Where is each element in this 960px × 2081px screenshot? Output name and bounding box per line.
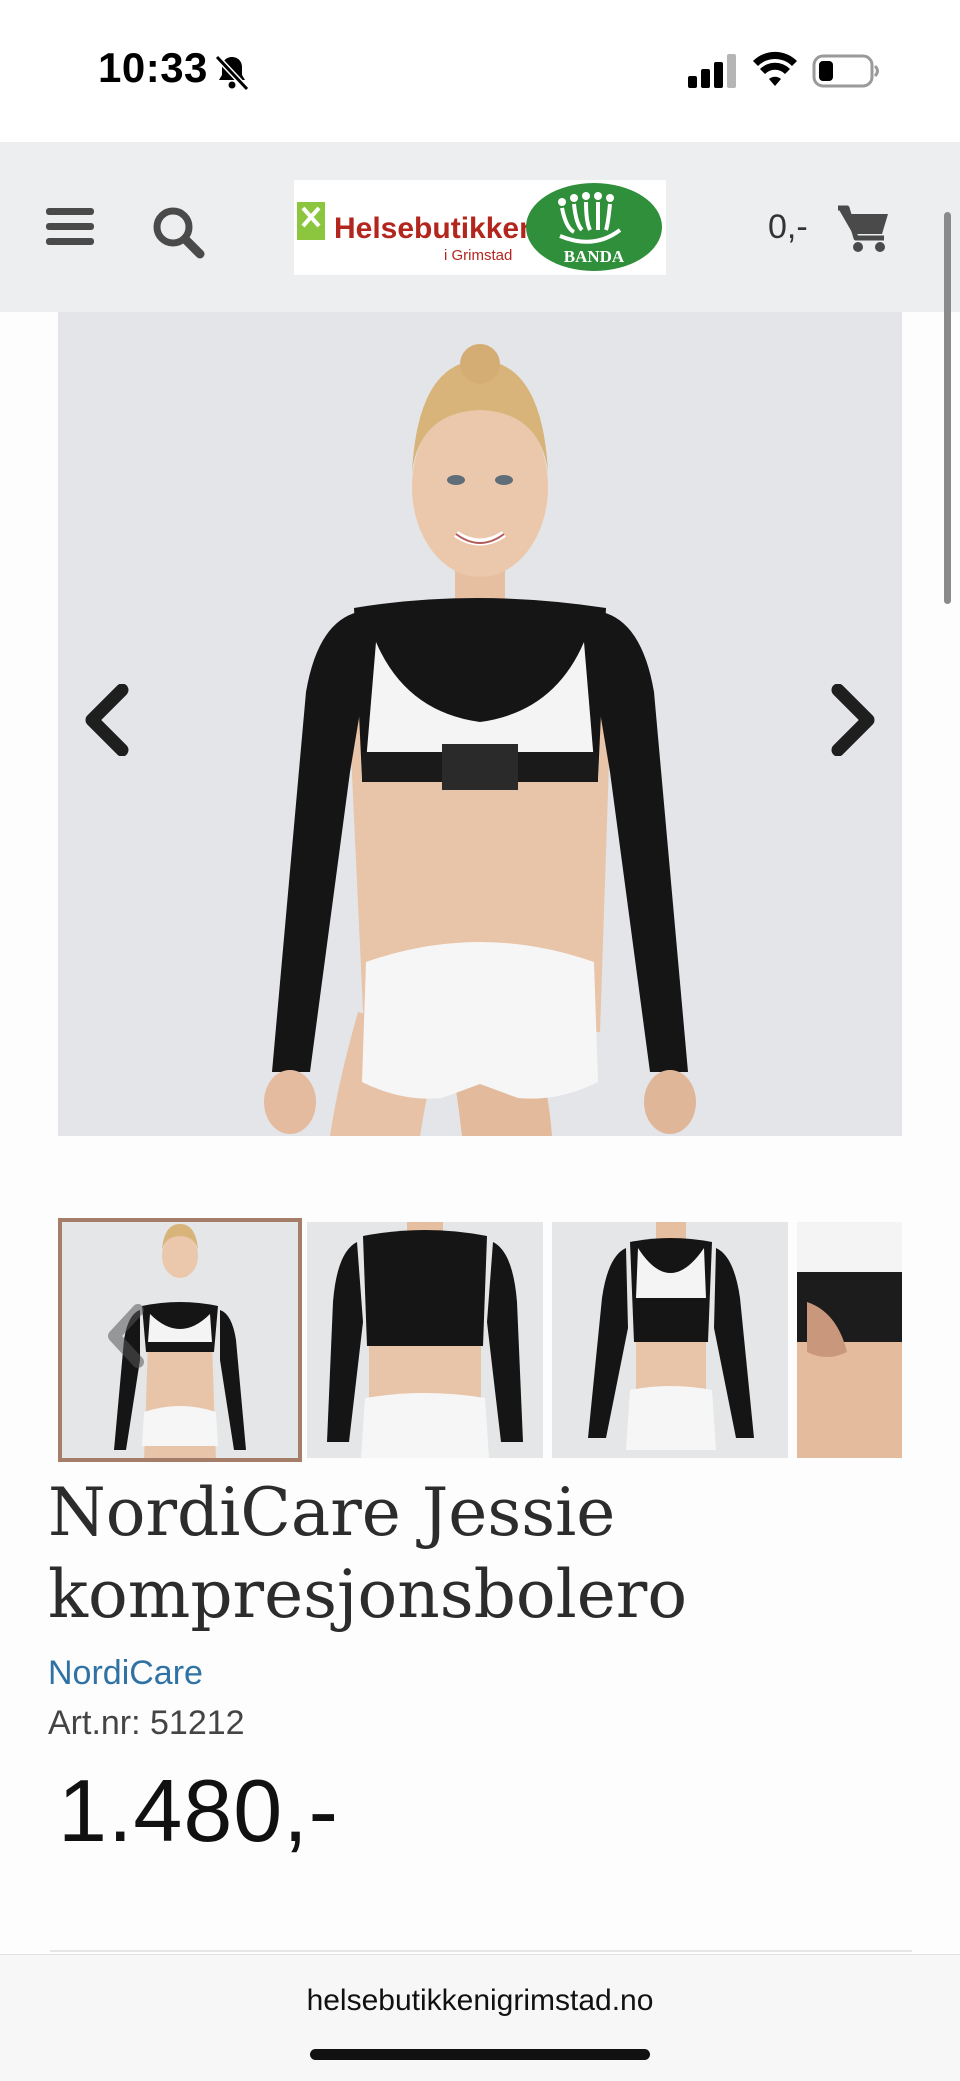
brand-link[interactable]: NordiCare <box>48 1654 203 1693</box>
thumbnail-1-photo <box>62 1222 298 1458</box>
bell-muted-icon <box>214 54 250 92</box>
thumbnail-2-photo <box>307 1222 543 1458</box>
site-logo[interactable]: Helsebutikken i Grimstad BANDA <box>294 180 666 275</box>
product-photo <box>58 312 902 1136</box>
search-icon[interactable] <box>150 204 206 260</box>
product-title: NordiCare Jessie kompresjonsbolero <box>48 1474 688 1633</box>
browser-url[interactable]: helsebutikkenigrimstad.no <box>0 1984 960 2018</box>
gallery-next-arrow[interactable] <box>828 684 878 756</box>
logo-text: Helsebutikken <box>334 212 537 245</box>
thumbnail-3-photo <box>552 1222 788 1458</box>
gallery-prev-arrow[interactable] <box>82 684 132 756</box>
thumbnail-4-photo <box>797 1222 902 1458</box>
wifi-icon <box>753 51 797 86</box>
product-price: 1.480,- <box>58 1761 339 1860</box>
page-scrollbar[interactable] <box>944 212 951 604</box>
article-number: Art.nr: 51212 <box>48 1704 245 1742</box>
battery-icon <box>812 54 879 88</box>
thumbnail-2[interactable] <box>307 1222 543 1458</box>
section-divider <box>50 1950 912 1952</box>
thumbnail-1[interactable] <box>58 1218 302 1462</box>
thumbnail-prev-arrow[interactable] <box>106 1304 146 1368</box>
status-bar: 10:33 <box>0 0 960 142</box>
thumbnail-strip <box>58 1218 902 1462</box>
cart-icon[interactable] <box>836 204 890 254</box>
logo-partner-text: BANDA <box>564 247 625 266</box>
status-time: 10:33 <box>98 44 208 91</box>
thumbnail-3[interactable] <box>552 1222 788 1458</box>
main-product-image[interactable] <box>58 312 902 1136</box>
logo-graphic: Helsebutikken i Grimstad BANDA <box>297 183 662 271</box>
thumbnail-4[interactable] <box>797 1222 902 1458</box>
logo-subtext: i Grimstad <box>444 247 512 264</box>
home-indicator[interactable] <box>310 2049 650 2060</box>
cart-total[interactable]: 0,- <box>768 208 808 247</box>
cellular-signal-icon <box>688 54 736 88</box>
menu-icon[interactable] <box>46 206 94 248</box>
